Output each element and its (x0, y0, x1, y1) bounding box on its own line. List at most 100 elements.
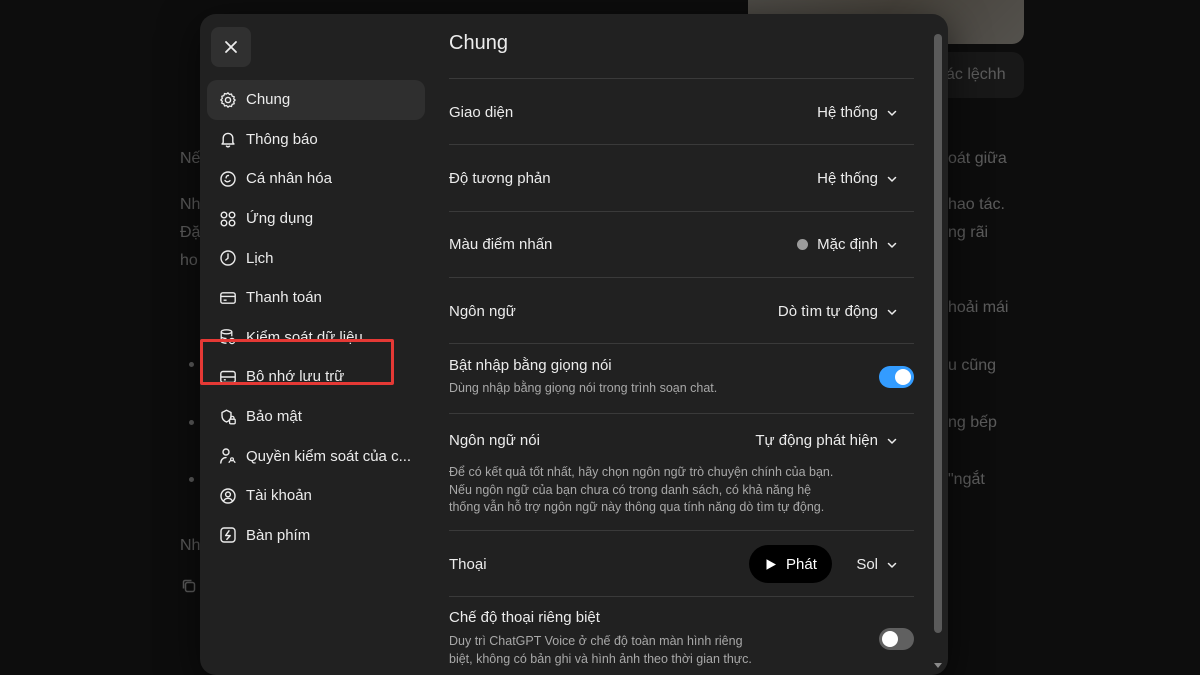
dropdown-value: Dò tìm tự động (777, 303, 878, 320)
settings-nav: Chung Thông báo Cá nhân hóa Ứng dụng Lịc… (200, 80, 425, 556)
play-label: Phát (786, 555, 817, 573)
setting-row-voice: Thoại Phát Sol (449, 531, 914, 597)
setting-description: Duy trì ChatGPT Voice ở chế độ toàn màn … (449, 633, 752, 668)
background-text: Nh (180, 537, 201, 554)
copy-icon (182, 579, 196, 593)
apps-grid-icon (220, 211, 236, 227)
setting-label: Ngôn ngữ nói (449, 432, 540, 449)
background-text: hoải mái (948, 299, 1009, 316)
toggle-knob (882, 631, 898, 647)
scrollbar-thumb[interactable] (934, 34, 942, 633)
background-text: oát giữa (948, 150, 1007, 167)
sidebar-item-data-controls[interactable]: Kiểm soát dữ liệu (207, 318, 425, 358)
description-line: biệt, không có bản ghi và hình ảnh theo … (449, 651, 752, 666)
chevron-down-icon (887, 242, 897, 248)
sidebar-item-personalization[interactable]: Cá nhân hóa (207, 159, 425, 199)
setting-description: Dùng nhập bằng giọng nói trong trình soạ… (449, 381, 718, 395)
setting-row-separate-voice-mode: Chế độ thoại riêng biệt Duy trì ChatGPT … (449, 597, 914, 675)
settings-modal: Chung Thông báo Cá nhân hóa Ứng dụng Lịc… (200, 14, 948, 675)
background-bullet (189, 477, 194, 482)
voice-dropdown[interactable]: Sol (856, 556, 898, 573)
sidebar-item-label: Bộ nhớ lưu trữ (246, 368, 345, 386)
setting-row-accent-color: Màu điểm nhấn Mặc định (449, 212, 914, 278)
database-settings-icon (220, 329, 236, 345)
description-line: Để có kết quả tốt nhất, hãy chọn ngôn ng… (449, 465, 834, 479)
gear-icon (220, 91, 236, 108)
dropdown-value: Mặc định (817, 236, 878, 253)
sidebar-item-keyboard[interactable]: Bàn phím (207, 516, 425, 556)
background-pill-text: ác lệchh (946, 66, 1006, 83)
setting-row-voice-input: Bật nhập bằng giọng nói Dùng nhập bằng g… (449, 344, 914, 414)
appearance-dropdown[interactable]: Hệ thống (817, 104, 898, 121)
play-icon (766, 558, 776, 570)
setting-label: Chế độ thoại riêng biệt (449, 609, 600, 626)
sidebar-item-label: Chung (246, 91, 291, 109)
setting-label: Ngôn ngữ (449, 303, 516, 320)
background-text: Nh (180, 196, 201, 213)
background-text: ng rãi (948, 224, 989, 241)
clock-icon (220, 250, 236, 266)
security-icon (221, 409, 236, 424)
background-text: Nế (180, 150, 201, 167)
setting-row-spoken-language: Ngôn ngữ nói Tự động phát hiện Để có kết… (449, 414, 914, 531)
contrast-dropdown[interactable]: Hệ thống (817, 170, 898, 187)
sidebar-item-label: Bàn phím (246, 526, 311, 544)
language-dropdown[interactable]: Dò tìm tự động (778, 303, 898, 320)
setting-row-appearance: Giao diện Hệ thống (449, 79, 914, 145)
setting-label: Thoại (449, 556, 487, 573)
background-text: ng bếp (948, 414, 997, 431)
close-button[interactable] (211, 27, 251, 67)
sidebar-item-security[interactable]: Bảo mật (207, 397, 425, 437)
sidebar-item-label: Thông báo (246, 130, 318, 148)
accent-color-dropdown[interactable]: Mặc định (797, 236, 898, 253)
setting-label: Màu điểm nhấn (449, 236, 553, 253)
setting-label: Độ tương phản (449, 170, 551, 187)
background-text: "ngắt (948, 471, 985, 488)
account-icon (220, 488, 236, 504)
sidebar-item-general[interactable]: Chung (207, 80, 425, 120)
setting-row-contrast: Độ tương phản Hệ thống (449, 146, 914, 212)
separate-voice-mode-toggle[interactable] (879, 628, 914, 650)
keyboard-icon (220, 527, 236, 544)
spoken-language-dropdown[interactable]: Tự động phát hiện (755, 432, 898, 449)
parental-controls-icon (220, 448, 236, 464)
play-voice-button[interactable]: Phát (749, 545, 832, 583)
chevron-down-icon (887, 309, 897, 315)
sidebar-item-label: Cá nhân hóa (246, 170, 332, 188)
chevron-down-icon (887, 438, 897, 444)
setting-label: Giao diện (449, 104, 514, 121)
chevron-down-icon (887, 110, 897, 116)
dropdown-value: Hệ thống (817, 170, 878, 187)
sidebar-item-account[interactable]: Tài khoản (207, 476, 425, 516)
scroll-down-arrow-icon[interactable] (933, 660, 943, 670)
close-icon (225, 41, 237, 53)
settings-content: Chung Giao diện Hệ thống Độ tương phản H… (449, 14, 914, 675)
settings-sidebar: Chung Thông báo Cá nhân hóa Ứng dụng Lịc… (200, 14, 436, 675)
dropdown-value: Tự động phát hiện (755, 432, 878, 449)
sidebar-item-apps[interactable]: Ứng dụng (207, 199, 425, 239)
credit-card-icon (220, 291, 236, 304)
sidebar-item-label: Kiểm soát dữ liệu (246, 328, 363, 346)
background-text: u cũng (948, 357, 997, 374)
sidebar-item-parental-controls[interactable]: Quyền kiểm soát của c... (207, 436, 425, 476)
sidebar-item-storage[interactable]: Bộ nhớ lưu trữ (207, 357, 425, 397)
setting-description: Để có kết quả tốt nhất, hãy chọn ngôn ng… (449, 464, 833, 517)
voice-input-toggle[interactable] (879, 366, 914, 388)
sidebar-item-label: Ứng dụng (246, 210, 314, 228)
description-line: thống vẫn hỗ trợ ngôn ngữ này thông qua … (449, 500, 825, 514)
background-text: Đặ (180, 224, 201, 241)
sidebar-item-label: Thanh toán (246, 289, 322, 307)
chevron-down-icon (887, 562, 897, 568)
toggle-knob (895, 369, 911, 385)
description-line: Duy trì ChatGPT Voice ở chế độ toàn màn … (449, 634, 743, 648)
sidebar-item-calendar[interactable]: Lịch (207, 238, 425, 278)
chevron-down-icon (887, 176, 897, 182)
background-text: hao tác. (948, 196, 1005, 213)
sidebar-item-label: Tài khoản (246, 487, 312, 505)
page-title: Chung (449, 32, 508, 54)
sidebar-item-billing[interactable]: Thanh toán (207, 278, 425, 318)
sidebar-item-label: Quyền kiểm soát của c... (246, 447, 412, 465)
bell-icon (221, 133, 235, 148)
sidebar-item-notifications[interactable]: Thông báo (207, 120, 425, 160)
storage-icon (220, 370, 236, 384)
